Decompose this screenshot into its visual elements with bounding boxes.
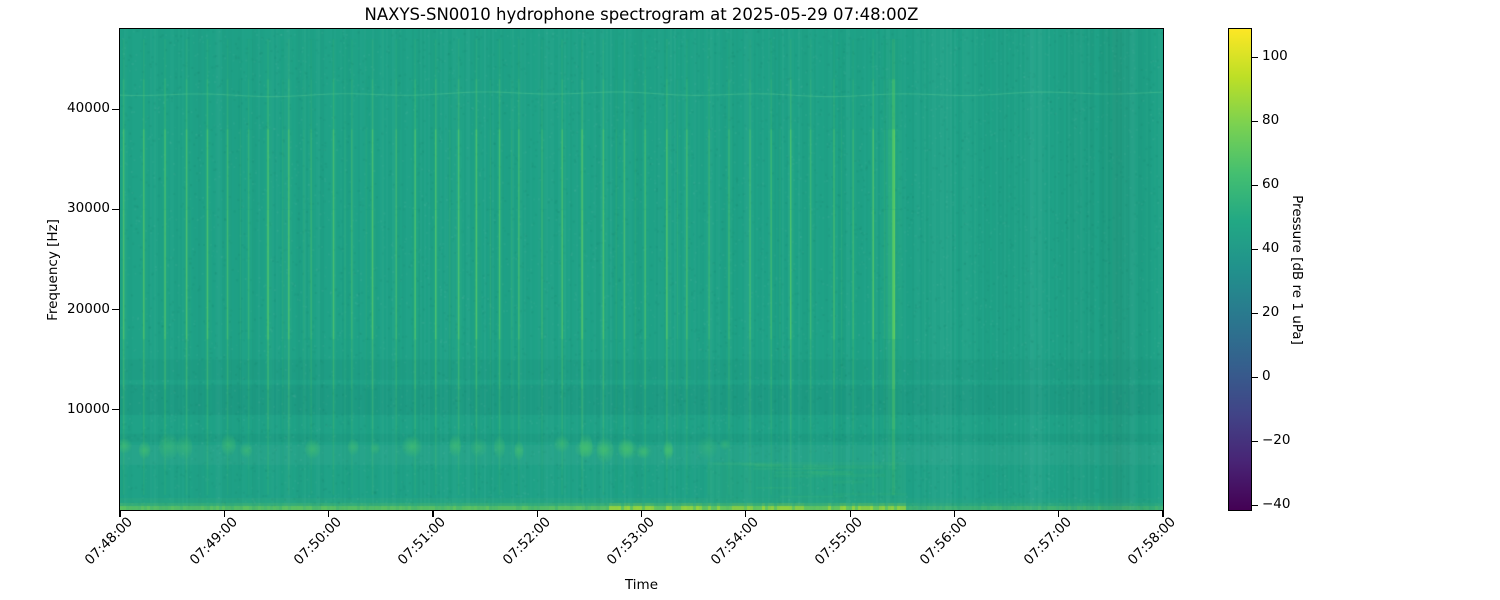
x-tick-mark [1162,511,1164,517]
colorbar-tick-label: 0 [1262,368,1271,385]
colorbar-label: Pressure [dB re 1 uPa] [1289,195,1305,345]
colorbar-tick-mark [1252,184,1258,186]
y-tick-mark [112,308,119,311]
colorbar-tick-mark [1252,248,1258,250]
y-tick-mark [112,208,119,211]
x-tick-mark [328,511,330,517]
colorbar-tick-mark [1252,376,1258,378]
colorbar-tick-mark [1252,440,1258,442]
x-tick-mark [640,511,643,517]
colorbar-tick-mark [1252,56,1258,58]
y-tick-label: 40000 [67,100,110,117]
colorbar-tick-label: −40 [1262,496,1291,513]
x-axis-label: Time [624,577,659,593]
y-tick-label: 20000 [67,300,110,317]
y-tick-label: 10000 [67,400,110,417]
y-tick-label: 30000 [67,200,110,217]
x-tick-label: 07:55:00 [812,514,867,569]
x-tick-label: 07:52:00 [499,514,554,569]
colorbar-tick-label: 100 [1262,48,1288,65]
colorbar-tick-mark [1252,504,1258,506]
colorbar-tick-label: 40 [1262,240,1280,257]
colorbar-tick-label: 80 [1262,112,1280,129]
x-tick-label: 07:50:00 [290,514,345,569]
x-tick-label: 07:53:00 [603,514,658,569]
plot-area [119,28,1164,511]
colorbar-tick-mark [1252,312,1258,314]
colorbar-tick-label: 20 [1262,304,1280,321]
x-tick-mark [536,511,538,517]
x-tick-mark [432,511,434,517]
x-tick-label: 07:48:00 [82,514,137,569]
x-tick-mark [119,511,121,517]
spectrogram-canvas [120,29,1163,510]
spectrogram-figure: NAXYS-SN0010 hydrophone spectrogram at 2… [0,0,1500,600]
colorbar [1228,28,1252,511]
x-tick-label: 07:56:00 [916,514,971,569]
x-tick-label: 07:57:00 [1020,514,1076,569]
x-tick-label: 07:51:00 [395,514,450,569]
y-tick-mark [112,108,119,110]
x-tick-label: 07:49:00 [186,514,241,569]
x-tick-mark [1058,511,1060,517]
colorbar-tick-mark [1252,120,1258,122]
colorbar-tick-label: 60 [1262,176,1280,193]
x-tick-mark [953,511,956,517]
x-tick-mark [745,511,747,517]
x-tick-label: 07:58:00 [1125,514,1180,569]
y-tick-mark [112,409,119,411]
chart-title: NAXYS-SN0010 hydrophone spectrogram at 2… [364,5,919,24]
colorbar-tick-label: −20 [1262,432,1291,449]
x-tick-mark [223,511,225,517]
x-tick-label: 07:54:00 [707,514,763,569]
